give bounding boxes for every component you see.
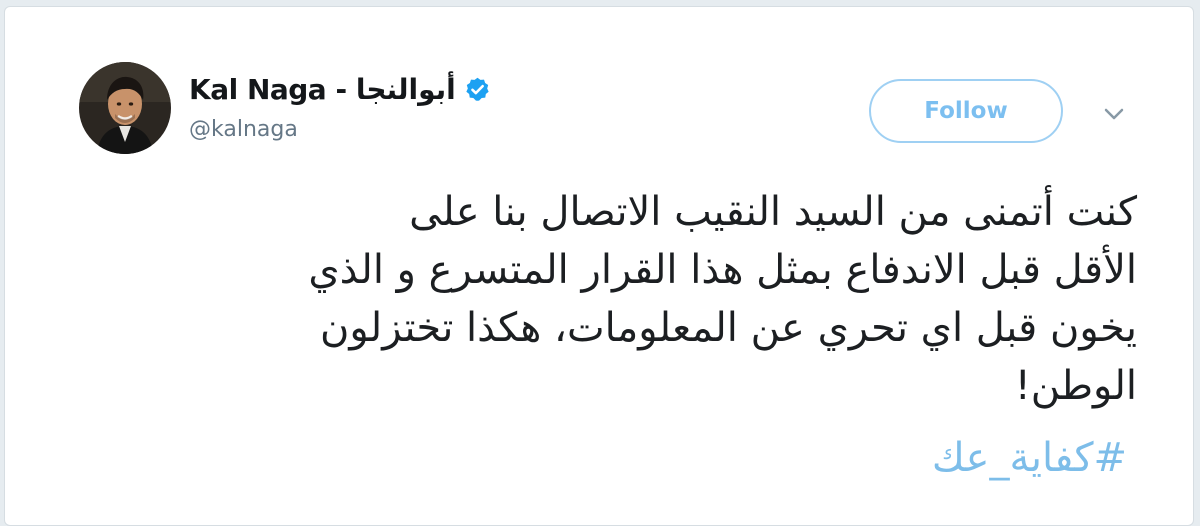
author-handle[interactable]: @kalnaga <box>189 117 298 142</box>
tweet-card: Kal Naga - أبوالنجا @kalnaga Follow كنت … <box>4 6 1194 526</box>
follow-button[interactable]: Follow <box>869 79 1063 143</box>
author-name-row[interactable]: Kal Naga - أبوالنجا <box>189 69 491 109</box>
verified-badge-icon <box>464 76 491 103</box>
avatar[interactable] <box>79 62 171 154</box>
tweet-text: كنت أتمنى من السيد النقيب الاتصال بنا عل… <box>308 189 1137 409</box>
display-name[interactable]: Kal Naga - أبوالنجا <box>189 73 456 106</box>
hashtag-link[interactable]: #كفاية_عك <box>65 429 1127 487</box>
profile-photo <box>79 62 171 154</box>
chevron-down-icon[interactable] <box>1101 104 1127 124</box>
